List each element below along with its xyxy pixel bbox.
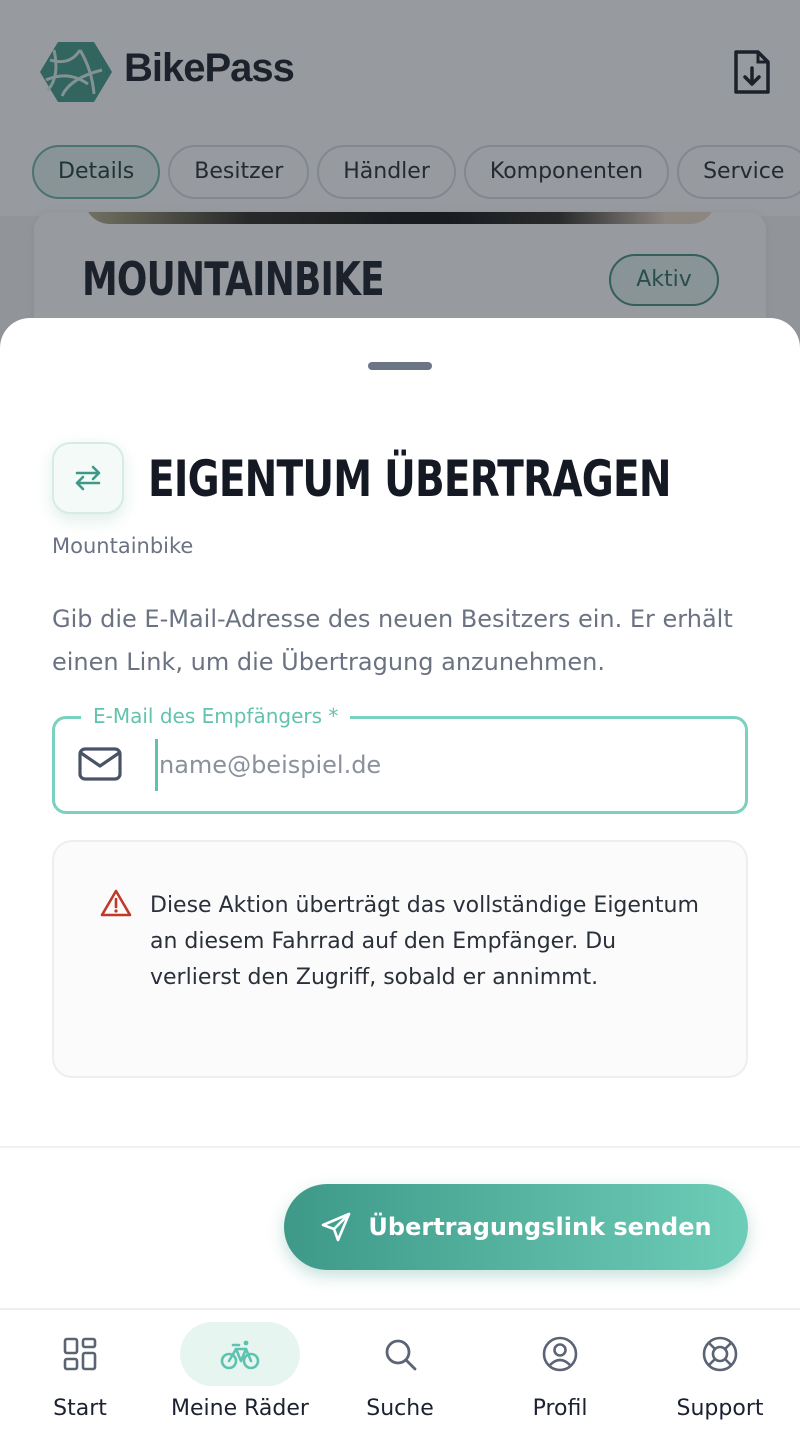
transfer-ownership-sheet: EIGENTUM ÜBERTRAGEN Mountainbike Gib die… <box>0 318 800 1308</box>
grid-icon <box>63 1337 97 1371</box>
nav-label-profil: Profil <box>532 1396 588 1421</box>
send-paper-plane-icon <box>322 1212 351 1242</box>
nav-label-start: Start <box>53 1396 107 1421</box>
recipient-email-field[interactable]: E-Mail des Empfängers * <box>52 702 748 814</box>
nav-meine-raeder[interactable]: Meine Räder <box>160 1310 320 1451</box>
lifebuoy-icon <box>702 1336 738 1372</box>
bike-icon <box>220 1340 260 1370</box>
transfer-icon-box <box>52 442 124 514</box>
nav-label-support: Support <box>676 1396 764 1421</box>
warning-triangle-icon <box>100 889 132 917</box>
nav-suche[interactable]: Suche <box>320 1310 480 1451</box>
sheet-description: Gib die E-Mail-Adresse des neuen Besitze… <box>52 605 733 676</box>
nav-label-meine-raeder: Meine Räder <box>171 1396 309 1421</box>
send-transfer-link-button[interactable]: Übertragungslink senden <box>284 1184 748 1270</box>
email-field-label: E-Mail des Empfängers * <box>81 702 351 730</box>
user-icon <box>542 1336 578 1372</box>
warning-notice: Diese Aktion überträgt das vollständige … <box>52 840 748 1078</box>
sheet-title: EIGENTUM ÜBERTRAGEN <box>148 450 671 508</box>
nav-support[interactable]: Support <box>640 1310 800 1451</box>
sheet-drag-handle[interactable] <box>368 362 432 370</box>
mail-icon <box>78 747 122 781</box>
search-icon <box>385 1339 417 1371</box>
nav-profil[interactable]: Profil <box>480 1310 640 1451</box>
email-input[interactable] <box>159 737 719 793</box>
transfer-arrows-icon <box>75 465 101 491</box>
nav-label-suche: Suche <box>366 1396 434 1421</box>
text-cursor <box>155 739 158 791</box>
nav-start[interactable]: Start <box>0 1310 160 1451</box>
sheet-subtitle: Mountainbike <box>52 534 194 558</box>
warning-text: Diese Aktion überträgt das vollständige … <box>150 893 699 990</box>
sheet-divider <box>0 1146 800 1148</box>
send-button-label: Übertragungslink senden <box>368 1213 712 1241</box>
bottom-navigation: Start Meine Räder Suche Profil Support <box>0 1308 800 1451</box>
